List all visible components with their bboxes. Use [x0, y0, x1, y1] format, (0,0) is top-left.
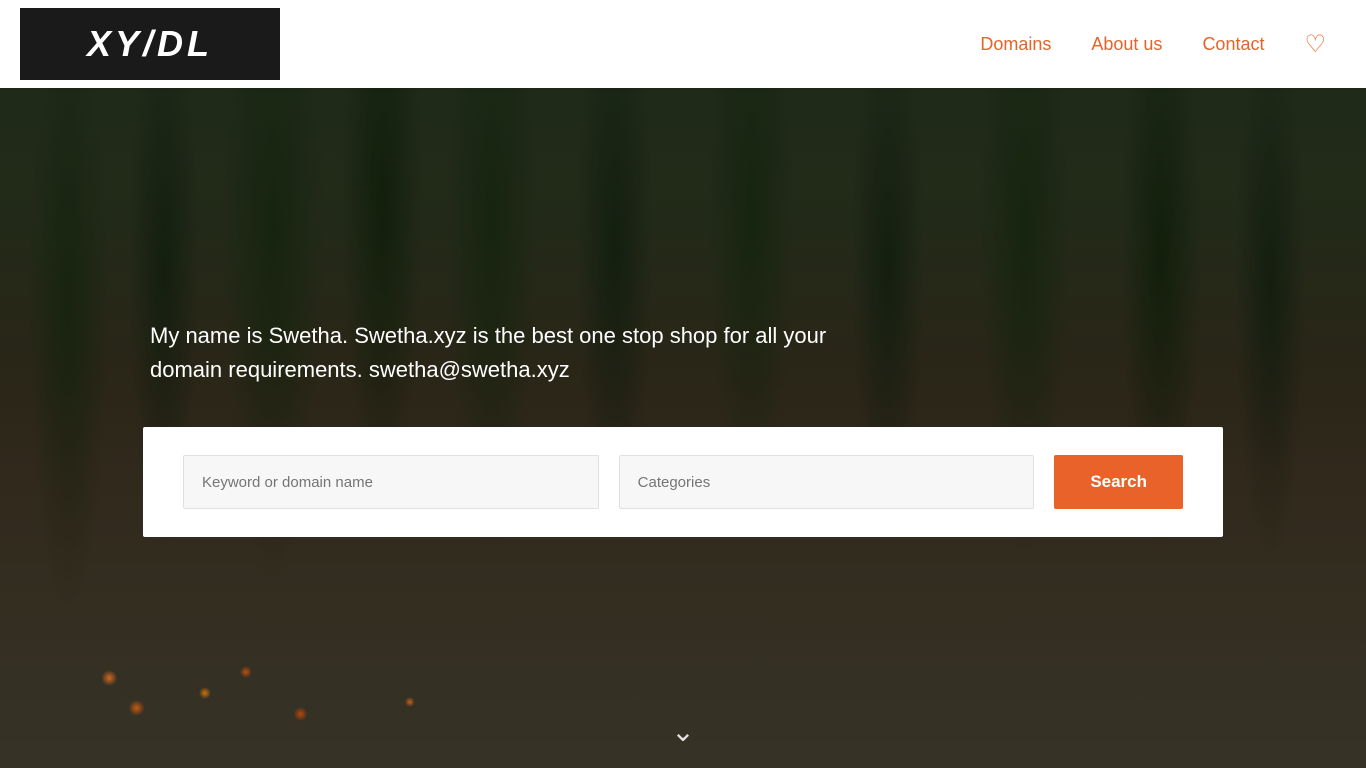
logo: XY/DL [20, 8, 280, 80]
search-button[interactable]: Search [1054, 455, 1183, 509]
search-bar: Search [143, 427, 1223, 537]
nav-about-us[interactable]: About us [1091, 34, 1162, 55]
header: XY/DL Domains About us Contact ♡ [0, 0, 1366, 88]
nav: Domains About us Contact ♡ [980, 30, 1326, 59]
categories-input[interactable] [619, 455, 1035, 509]
logo-text: XY/DL [87, 23, 213, 65]
hero-description: My name is Swetha. Swetha.xyz is the bes… [150, 319, 890, 387]
heart-icon[interactable]: ♡ [1304, 30, 1326, 59]
hero-content: My name is Swetha. Swetha.xyz is the bes… [0, 88, 1366, 768]
search-keyword-input[interactable] [183, 455, 599, 509]
nav-contact[interactable]: Contact [1202, 34, 1264, 55]
nav-domains[interactable]: Domains [980, 34, 1051, 55]
scroll-down-chevron[interactable]: ⌄ [671, 715, 694, 748]
